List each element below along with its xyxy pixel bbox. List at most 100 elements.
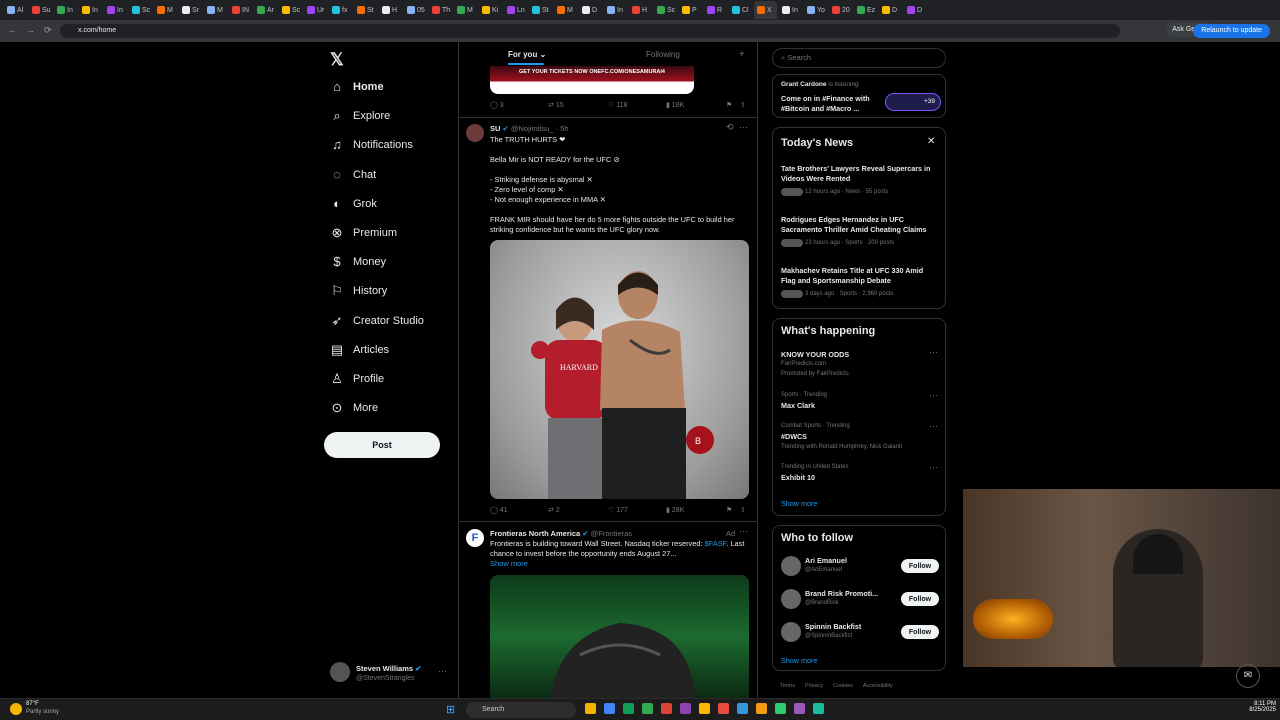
browser-tab[interactable]: D: [879, 2, 902, 18]
nav-item-explore[interactable]: ⌕ Explore: [330, 105, 390, 127]
taskbar-app-icon[interactable]: [775, 703, 786, 714]
footer-link[interactable]: Terms: [780, 683, 795, 689]
browser-tab[interactable]: St: [529, 2, 552, 18]
nav-item-articles[interactable]: ▤ Articles: [330, 339, 389, 361]
nav-item-money[interactable]: $ Money: [330, 251, 386, 273]
browser-tab[interactable]: H: [629, 2, 652, 18]
footer-link[interactable]: Accessibility: [863, 683, 893, 689]
like-icon[interactable]: ♡ 118: [608, 101, 627, 109]
author-name[interactable]: Frontieras North America: [490, 529, 580, 538]
taskbar-app-icon[interactable]: [813, 703, 824, 714]
browser-tab[interactable]: In: [79, 2, 102, 18]
like-icon[interactable]: ♡ 177: [608, 506, 628, 514]
show-more-link[interactable]: Show more: [490, 559, 528, 568]
browser-tab[interactable]: Ur: [304, 2, 327, 18]
reply-icon[interactable]: ◯ 41: [490, 506, 508, 514]
taskbar-app-icon[interactable]: [718, 703, 729, 714]
browser-tab[interactable]: Sc: [129, 2, 152, 18]
author-handle[interactable]: @Frontieras: [591, 529, 632, 538]
trend-more-icon[interactable]: ···: [929, 347, 938, 357]
nav-item-home[interactable]: ⌂ Home: [330, 76, 384, 98]
forward-icon[interactable]: →: [26, 25, 35, 35]
taskbar-app-icon[interactable]: [642, 703, 653, 714]
url-field[interactable]: x.com/home: [60, 24, 1120, 38]
browser-tab[interactable]: Ez: [854, 2, 877, 18]
browser-tab[interactable]: 05: [404, 2, 427, 18]
trend-title[interactable]: Exhibit 10: [781, 473, 815, 483]
browser-tab[interactable]: R: [704, 2, 727, 18]
grok-icon[interactable]: ⟲: [726, 122, 734, 133]
taskbar-app-icon[interactable]: [756, 703, 767, 714]
tab-for-you[interactable]: For you ⌄: [508, 50, 546, 59]
nav-item-creator-studio[interactable]: ➶ Creator Studio: [330, 310, 424, 332]
follow-button[interactable]: Follow: [901, 592, 939, 606]
browser-tab[interactable]: X: [754, 1, 777, 19]
browser-tab[interactable]: Sc: [654, 2, 677, 18]
browser-tab[interactable]: Cl: [729, 2, 752, 18]
taskbar-app-icon[interactable]: [623, 703, 634, 714]
taskbar-search[interactable]: Search: [466, 702, 576, 718]
tab-following[interactable]: Following: [646, 50, 680, 59]
x-logo-icon[interactable]: 𝕏: [330, 50, 344, 70]
nav-item-chat[interactable]: ◌ Chat: [330, 164, 376, 186]
author-handle[interactable]: @Nojimitsu_: [511, 124, 554, 133]
nav-item-profile[interactable]: ♙ Profile: [330, 368, 384, 390]
repost-icon[interactable]: ⇄ 2: [548, 506, 560, 514]
post-avatar[interactable]: F: [466, 529, 484, 547]
news-item-title[interactable]: Rodrigues Edges Hernandez in UFC Sacrame…: [781, 215, 939, 235]
browser-tab[interactable]: M: [554, 2, 577, 18]
views-icon[interactable]: ▮ 18K: [666, 101, 684, 109]
avatar[interactable]: [781, 589, 801, 609]
avatar[interactable]: [330, 662, 350, 682]
post-more-icon[interactable]: ···: [739, 526, 748, 536]
trend-title[interactable]: #DWCS: [781, 432, 807, 442]
ad-image[interactable]: [490, 575, 749, 698]
browser-tab[interactable]: M: [204, 2, 227, 18]
browser-tab[interactable]: M: [154, 2, 177, 18]
previous-post-image[interactable]: GET YOUR TICKETS NOW ONEFC.COM/ONESAMURA…: [490, 66, 694, 94]
browser-tab[interactable]: Ln: [504, 2, 527, 18]
share-icon[interactable]: ⇪: [740, 101, 746, 109]
browser-tab[interactable]: In: [104, 2, 127, 18]
browser-tab[interactable]: H: [379, 2, 402, 18]
browser-tab[interactable]: 20: [829, 2, 852, 18]
taskbar-app-icon[interactable]: [604, 703, 615, 714]
nav-item-history[interactable]: ⚐ History: [330, 280, 387, 302]
post-image[interactable]: HARVARD B: [490, 240, 749, 499]
browser-tab[interactable]: IN: [229, 2, 252, 18]
browser-tab[interactable]: Yo: [804, 2, 827, 18]
bookmark-icon[interactable]: ⚑: [726, 506, 732, 514]
author-name[interactable]: SU: [490, 124, 500, 133]
suggested-user-name[interactable]: Spinnin Backfist: [805, 622, 861, 632]
browser-tab[interactable]: D: [579, 2, 602, 18]
messages-icon[interactable]: ✉: [1236, 664, 1260, 688]
browser-tab[interactable]: In: [604, 2, 627, 18]
bookmark-icon[interactable]: ⚑: [726, 101, 732, 109]
trend-title[interactable]: KNOW YOUR ODDS: [781, 350, 849, 360]
taskbar-app-icon[interactable]: [699, 703, 710, 714]
taskbar-app-icon[interactable]: [794, 703, 805, 714]
plus-icon[interactable]: +: [739, 49, 745, 60]
nav-item-notifications[interactable]: ♫ Notifications: [330, 134, 413, 156]
post-more-icon[interactable]: ···: [739, 122, 748, 132]
show-more-link[interactable]: Show more: [781, 499, 817, 508]
nav-item-more[interactable]: ⊙ More: [330, 397, 379, 419]
browser-tab[interactable]: Th: [429, 2, 452, 18]
browser-tab[interactable]: Su: [29, 2, 52, 18]
follow-button[interactable]: Follow: [901, 559, 939, 573]
browser-tab[interactable]: Ar: [254, 2, 277, 18]
search-input[interactable]: ⌕ Search: [772, 48, 946, 68]
views-icon[interactable]: ▮ 28K: [666, 506, 684, 514]
close-icon[interactable]: ✕: [927, 136, 935, 147]
footer-link[interactable]: Privacy: [805, 683, 823, 689]
suggested-user-name[interactable]: Brand Risk Promoti...: [805, 589, 878, 599]
reply-icon[interactable]: ◯ 3: [490, 101, 504, 109]
taskbar-app-icon[interactable]: [680, 703, 691, 714]
browser-tab[interactable]: In: [779, 2, 802, 18]
browser-tab[interactable]: Sr: [179, 2, 202, 18]
browser-tab[interactable]: Al: [4, 2, 27, 18]
live-space-card[interactable]: Grant Cardone is listening Come on in #F…: [772, 74, 946, 118]
repost-icon[interactable]: ⇄ 15: [548, 101, 564, 109]
news-item-title[interactable]: Tate Brothers' Lawyers Reveal Supercars …: [781, 164, 939, 184]
cashtag-link[interactable]: $FASF: [705, 539, 727, 548]
